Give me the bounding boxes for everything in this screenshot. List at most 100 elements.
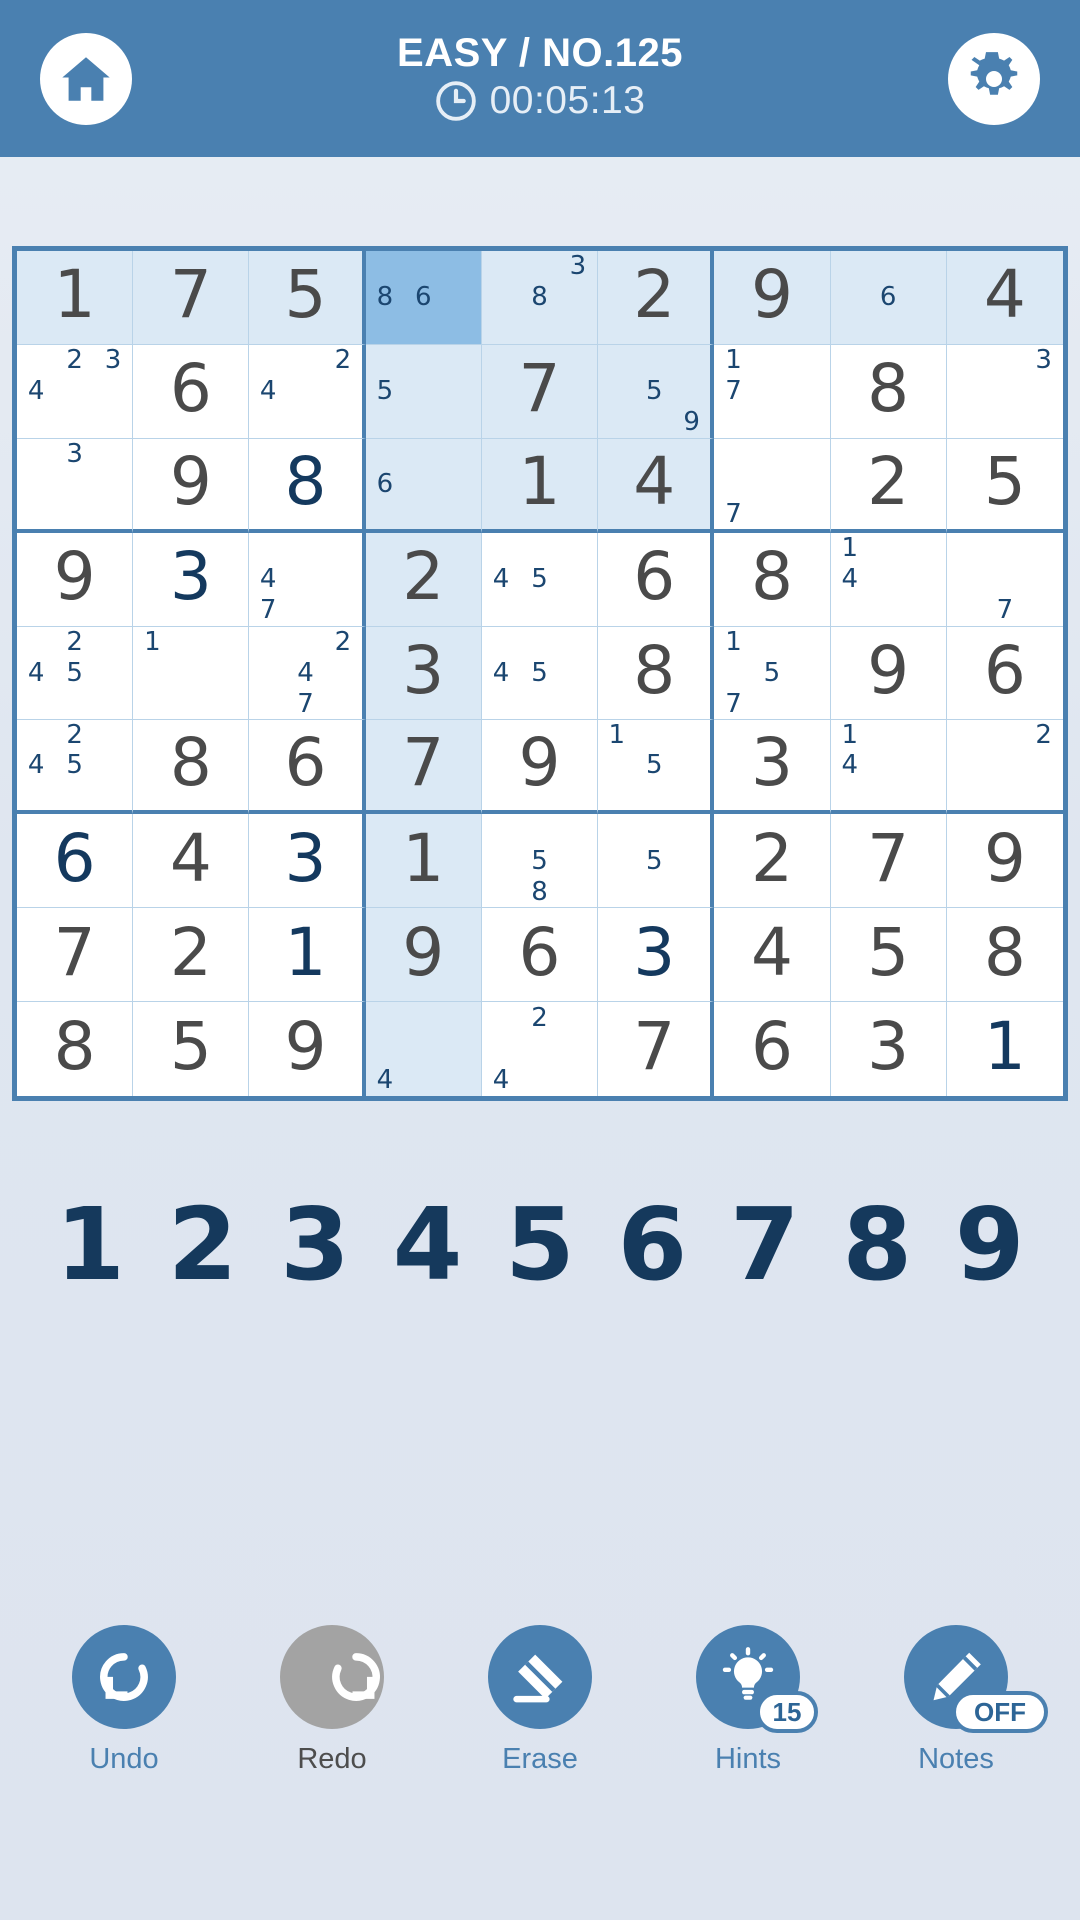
cell-r9c9[interactable]: 1: [946, 1002, 1063, 1096]
cell-r4c5[interactable]: 45: [481, 532, 599, 627]
cell-r3c9[interactable]: 5: [946, 438, 1063, 533]
cell-r2c4[interactable]: 5: [365, 344, 482, 439]
cell-r4c7[interactable]: 8: [714, 532, 831, 627]
redo-button[interactable]: Redo: [242, 1625, 422, 1776]
numpad-key-2[interactable]: 2: [146, 1195, 258, 1295]
numpad-key-3[interactable]: 3: [259, 1195, 371, 1295]
cell-r4c4[interactable]: 2: [365, 532, 482, 627]
cell-r5c7[interactable]: 157: [714, 626, 831, 721]
cell-r6c5[interactable]: 9: [481, 720, 599, 815]
cell-r4c2[interactable]: 3: [133, 532, 250, 627]
cell-r6c7[interactable]: 3: [714, 720, 831, 815]
cell-r5c6[interactable]: 8: [598, 626, 715, 721]
cell-r4c3[interactable]: 47: [249, 532, 366, 627]
cell-r3c1[interactable]: 3: [17, 438, 134, 533]
cell-r1c4[interactable]: 86: [365, 251, 482, 345]
cell-r3c6[interactable]: 4: [598, 438, 715, 533]
cell-r1c6[interactable]: 2: [598, 251, 715, 345]
cell-r6c9[interactable]: 2: [946, 720, 1063, 815]
cell-r3c4[interactable]: 6: [365, 438, 482, 533]
cell-r9c2[interactable]: 5: [133, 1002, 250, 1096]
cell-r2c6[interactable]: 59: [598, 344, 715, 439]
number-pad[interactable]: 123456789: [0, 1175, 1080, 1315]
cell-r7c8[interactable]: 7: [830, 814, 947, 909]
cell-r2c3[interactable]: 24: [249, 344, 366, 439]
cell-r3c2[interactable]: 9: [133, 438, 250, 533]
cell-r1c3[interactable]: 5: [249, 251, 366, 345]
cell-r3c8[interactable]: 2: [830, 438, 947, 533]
cell-r9c4[interactable]: 4: [365, 1002, 482, 1096]
cell-r6c2[interactable]: 8: [133, 720, 250, 815]
cell-r6c1[interactable]: 245: [17, 720, 134, 815]
cell-r5c9[interactable]: 6: [946, 626, 1063, 721]
cell-r4c1[interactable]: 9: [17, 532, 134, 627]
cell-r6c8[interactable]: 14: [830, 720, 947, 815]
cell-r1c7[interactable]: 9: [714, 251, 831, 345]
cell-r2c1[interactable]: 23 4: [17, 344, 134, 439]
notes-button[interactable]: OFF Notes: [866, 1625, 1048, 1776]
cell-r7c3[interactable]: 3: [249, 814, 366, 909]
undo-button-circle[interactable]: [72, 1625, 176, 1729]
cell-r3c5[interactable]: 1: [481, 438, 599, 533]
cell-r5c5[interactable]: 45: [481, 626, 599, 721]
sudoku-board[interactable]: 1758638296423462457591783398614725934724…: [12, 246, 1068, 1101]
cell-r2c7[interactable]: 17: [714, 344, 831, 439]
cell-r8c2[interactable]: 2: [133, 908, 250, 1003]
undo-button[interactable]: Undo: [34, 1625, 214, 1776]
cell-r1c8[interactable]: 6: [830, 251, 947, 345]
cell-r3c3[interactable]: 8: [249, 438, 366, 533]
cell-r6c6[interactable]: 15: [598, 720, 715, 815]
cell-r7c1[interactable]: 6: [17, 814, 134, 909]
cell-r2c9[interactable]: 3: [946, 344, 1063, 439]
cell-r1c9[interactable]: 4: [946, 251, 1063, 345]
cell-r9c8[interactable]: 3: [830, 1002, 947, 1096]
cell-r1c1[interactable]: 1: [17, 251, 134, 345]
cell-r5c8[interactable]: 9: [830, 626, 947, 721]
notes-button-circle[interactable]: OFF: [904, 1625, 1048, 1733]
cell-r4c6[interactable]: 6: [598, 532, 715, 627]
cell-r8c6[interactable]: 3: [598, 908, 715, 1003]
cell-r7c6[interactable]: 5: [598, 814, 715, 909]
numpad-key-8[interactable]: 8: [821, 1195, 933, 1295]
cell-r6c3[interactable]: 6: [249, 720, 366, 815]
erase-button-circle[interactable]: [488, 1625, 592, 1729]
cell-r8c1[interactable]: 7: [17, 908, 134, 1003]
cell-r9c5[interactable]: 24: [481, 1002, 599, 1096]
cell-r5c3[interactable]: 247: [249, 626, 366, 721]
cell-r3c7[interactable]: 7: [714, 438, 831, 533]
redo-button-circle[interactable]: [280, 1625, 384, 1729]
numpad-key-7[interactable]: 7: [709, 1195, 821, 1295]
numpad-key-4[interactable]: 4: [371, 1195, 483, 1295]
cell-r5c4[interactable]: 3: [365, 626, 482, 721]
numpad-key-5[interactable]: 5: [484, 1195, 596, 1295]
cell-r4c9[interactable]: 7: [946, 532, 1063, 627]
cell-r2c5[interactable]: 7: [481, 344, 599, 439]
cell-r8c7[interactable]: 4: [714, 908, 831, 1003]
cell-r5c1[interactable]: 245: [17, 626, 134, 721]
cell-r7c2[interactable]: 4: [133, 814, 250, 909]
settings-button[interactable]: [948, 32, 1040, 125]
cell-r8c3[interactable]: 1: [249, 908, 366, 1003]
cell-r8c4[interactable]: 9: [365, 908, 482, 1003]
cell-r7c7[interactable]: 2: [714, 814, 831, 909]
cell-r9c7[interactable]: 6: [714, 1002, 831, 1096]
cell-r4c8[interactable]: 14: [830, 532, 947, 627]
cell-r8c5[interactable]: 6: [481, 908, 599, 1003]
cell-r7c5[interactable]: 58: [481, 814, 599, 909]
numpad-key-1[interactable]: 1: [34, 1195, 146, 1295]
cell-r9c6[interactable]: 7: [598, 1002, 715, 1096]
cell-r9c3[interactable]: 9: [249, 1002, 366, 1096]
numpad-key-9[interactable]: 9: [934, 1195, 1046, 1295]
hints-button[interactable]: 15 Hints: [658, 1625, 838, 1776]
home-button[interactable]: [40, 32, 132, 125]
cell-r8c8[interactable]: 5: [830, 908, 947, 1003]
cell-r7c9[interactable]: 9: [946, 814, 1063, 909]
cell-r8c9[interactable]: 8: [946, 908, 1063, 1003]
cell-r1c2[interactable]: 7: [133, 251, 250, 345]
cell-r9c1[interactable]: 8: [17, 1002, 134, 1096]
cell-r1c5[interactable]: 38: [481, 251, 599, 345]
cell-r5c2[interactable]: 1: [133, 626, 250, 721]
cell-r2c2[interactable]: 6: [133, 344, 250, 439]
numpad-key-6[interactable]: 6: [596, 1195, 708, 1295]
cell-r2c8[interactable]: 8: [830, 344, 947, 439]
